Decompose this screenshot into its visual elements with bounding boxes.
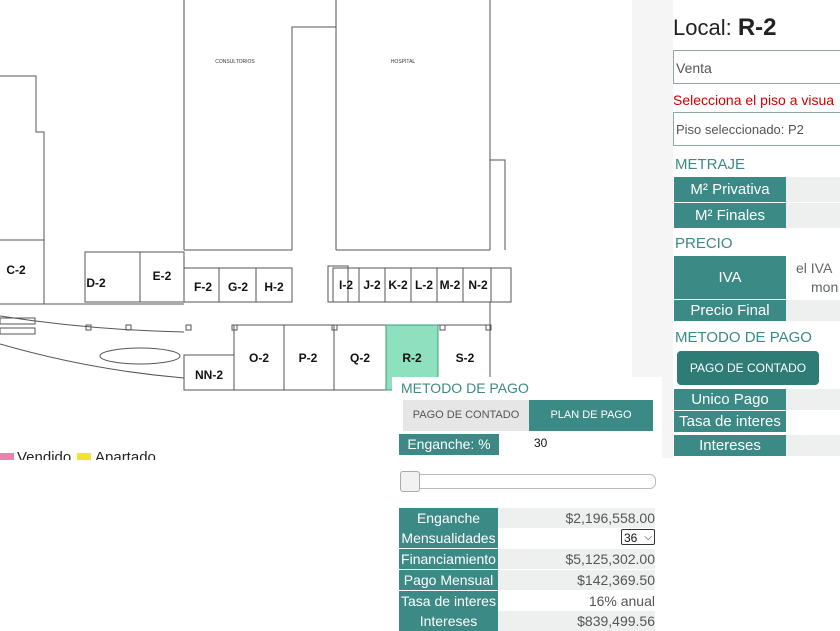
floor-selected-field[interactable]: Piso seleccionado: P2 [673,112,840,146]
unit-f2[interactable]: F-2 [194,280,212,294]
chevron-down-icon: ⌵ [644,532,652,543]
payment-plan-panel: METODO DE PAGO PAGO DE CONTADO PLAN DE P… [392,377,662,631]
legend-swatch-vendido [0,453,14,460]
precio-final-label: Precio Final [674,300,786,321]
unico-pago-value [786,389,840,410]
unit-s2[interactable]: S-2 [456,351,475,365]
unico-pago-label: Unico Pago [674,389,786,410]
unit-d2[interactable]: D-2 [86,276,105,290]
mensualidades-value: 36 [624,531,638,545]
building-label-consultorios: CONSULTORIOS [215,59,255,65]
mensualidades-label: Mensualidades [399,528,498,548]
financiamiento-label: Financiamiento [399,549,498,569]
m2-privativa-value [786,177,840,202]
title-unit: R-2 [737,14,777,41]
tab-plan-de-pago[interactable]: PLAN DE PAGO [529,400,653,431]
tasa-label-popup: Tasa de interes [399,591,498,611]
tasa-label-panel: Tasa de interes [674,411,786,432]
m2-finales-label: M² Finales [674,203,786,228]
unit-nn2[interactable]: NN-2 [195,368,223,382]
unit-e2[interactable]: E-2 [153,269,172,283]
iva-label: IVA [674,256,786,299]
enganche-label: Enganche [399,508,498,528]
m2-privativa-label: M² Privativa [674,177,786,202]
unit-l2[interactable]: L-2 [415,278,433,292]
precio-heading: PRECIO [675,235,733,252]
legend: Vendido Apartado [0,449,200,460]
intereses-value-popup: $839,499.56 [498,611,655,631]
unit-i2[interactable]: I-2 [339,278,353,292]
enganche-slider[interactable] [400,471,656,492]
unit-q2[interactable]: Q-2 [350,351,370,365]
unit-k2[interactable]: K-2 [388,278,407,292]
page-title: Local: R-2 [673,14,777,42]
enganche-pct-label: Enganche: % [399,434,499,455]
building-label-hospital: HOSPITAL [390,59,416,65]
mensualidades-select[interactable]: 36 ⌵ [621,529,655,545]
unit-m2[interactable]: M-2 [440,278,461,292]
precio-final-value [786,300,840,321]
pago-contado-button-panel[interactable]: PAGO DE CONTADO [677,351,819,385]
mensualidades-cell: 36 ⌵ [498,528,655,548]
metodo-heading-popup: METODO DE PAGO [401,380,529,396]
unit-h2[interactable]: H-2 [264,280,283,294]
title-prefix: Local: [673,15,732,40]
enganche-pct-value: 30 [534,436,548,450]
legend-label-vendido: Vendido [17,449,72,460]
metraje-heading: METRAJE [675,156,746,173]
unit-p2[interactable]: P-2 [299,351,318,365]
m2-finales-value [786,203,840,228]
intereses-label-panel: Intereses [674,435,786,456]
unit-g2[interactable]: G-2 [228,280,248,294]
intereses-label-popup: Intereses [399,611,498,631]
iva-note-line2: mon [811,279,839,295]
unit-j2[interactable]: J-2 [363,278,380,292]
unit-detail-panel: Local: R-2 Venta Selecciona el piso a vi… [632,0,840,458]
metodo-heading-panel: METODO DE PAGO [675,329,812,346]
unit-detail-content: Local: R-2 Venta Selecciona el piso a vi… [673,0,840,458]
pago-mensual-label: Pago Mensual [399,570,498,590]
tasa-value-popup: 16% anual [498,591,655,611]
floor-prompt: Selecciona el piso a visua [673,92,835,108]
enganche-value: $2,196,558.00 [498,508,655,528]
unit-o2[interactable]: O-2 [249,351,269,365]
iva-note-line1: el IVA [796,260,833,276]
slider-thumb[interactable] [400,471,420,492]
intereses-value-panel [786,435,840,456]
financiamiento-value: $5,125,302.00 [498,549,655,569]
unit-n2[interactable]: N-2 [468,278,487,292]
tab-pago-contado[interactable]: PAGO DE CONTADO [403,400,529,431]
operation-field[interactable]: Venta [673,50,840,84]
unit-c2[interactable]: C-2 [6,263,25,277]
legend-label-apartado: Apartado [95,449,156,460]
unit-r2[interactable]: R-2 [402,351,421,365]
legend-swatch-apartado [77,453,91,460]
pago-mensual-value: $142,369.50 [498,570,655,590]
